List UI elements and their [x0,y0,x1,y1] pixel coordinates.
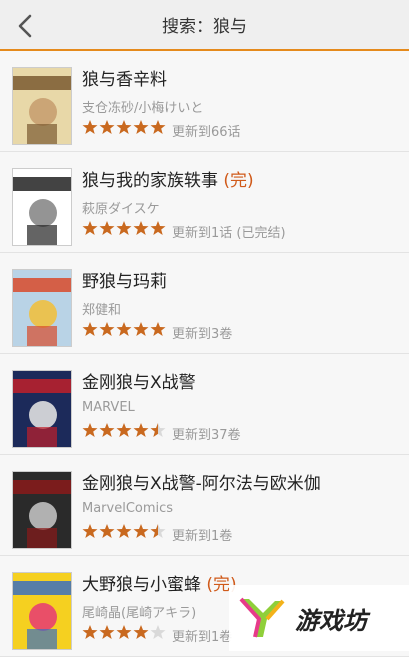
star-icon [150,423,166,437]
star-icon [82,120,98,134]
update-status: 更新到3卷 [172,327,233,342]
result-item[interactable]: 金刚狼与X战警-阿尔法与欧米伽 MarvelComics 更新到1卷 [0,455,409,556]
rating-stars [82,624,166,642]
star-icon [150,322,166,336]
rating-stars [82,523,166,541]
star-icon [116,221,132,235]
top-bar: 搜索：狼与 [0,0,409,51]
star-icon [82,625,98,639]
update-status: 更新到1话 (已完结) [172,226,286,241]
comic-title: 狼与我的家族轶事 (完) [82,171,254,191]
author-name: MARVEL [82,400,135,415]
update-status: 更新到37卷 [172,428,241,443]
star-icon [99,524,115,538]
author-name: MarvelComics [82,501,174,516]
star-icon [150,221,166,235]
comic-title: 大野狼与小蜜蜂 (完) [82,575,237,595]
star-icon [150,120,166,134]
cover-thumbnail [12,572,72,650]
comic-title: 金刚狼与X战警 [82,373,196,393]
star-icon [116,322,132,336]
star-icon [82,221,98,235]
star-icon [99,221,115,235]
star-icon [150,524,166,538]
completed-tag: (完) [218,171,254,191]
update-status: 更新到1卷 [172,529,233,544]
watermark-logo-icon [239,597,285,638]
update-status: 更新到1卷 [172,630,233,645]
star-icon [99,625,115,639]
star-icon [116,120,132,134]
star-icon [150,625,166,639]
comic-title: 野狼与玛莉 [82,272,167,292]
result-item[interactable]: 金刚狼与X战警 MARVEL 更新到37卷 [0,354,409,455]
page-title: 搜索：狼与 [162,17,247,37]
star-icon [82,524,98,538]
cover-thumbnail [12,168,72,246]
watermark-text: 游戏坊 [295,605,367,635]
cover-thumbnail [12,269,72,347]
update-status: 更新到66话 [172,125,241,140]
star-icon [99,423,115,437]
cover-thumbnail [12,67,72,145]
watermark: 游戏坊 [229,585,409,651]
star-icon [99,120,115,134]
star-icon [99,322,115,336]
star-icon [82,322,98,336]
rating-stars [82,422,166,440]
rating-stars [82,321,166,339]
star-icon [133,221,149,235]
author-name: 支仓冻砂/小梅けいと [82,101,204,116]
result-item[interactable]: 狼与香辛料支仓冻砂/小梅けいと更新到66话 [0,51,409,152]
rating-stars [82,220,166,238]
comic-title: 狼与香辛料 [82,70,167,90]
star-icon [133,322,149,336]
star-icon [133,524,149,538]
star-icon [116,524,132,538]
search-results-list: 狼与香辛料 支仓冻砂/小梅けいと 更新到66话 狼与我的家族轶事 (完) 萩原ダイスケ更… [0,51,409,657]
result-item[interactable]: 野狼与玛莉郑健和更新到3卷 [0,253,409,354]
cover-thumbnail [12,471,72,549]
star-icon [133,120,149,134]
rating-stars [82,119,166,137]
star-icon [116,625,132,639]
author-name: 尾崎晶(尾崎アキラ) [82,606,197,621]
star-icon [133,423,149,437]
star-icon [133,625,149,639]
author-name: 萩原ダイスケ [82,202,160,217]
star-icon [82,423,98,437]
author-name: 郑健和 [82,303,122,318]
comic-title: 金刚狼与X战警-阿尔法与欧米伽 [82,474,321,494]
star-icon [116,423,132,437]
cover-thumbnail [12,370,72,448]
result-item[interactable]: 狼与我的家族轶事 (完) 萩原ダイスケ 更新到1话 (已完结) [0,152,409,253]
